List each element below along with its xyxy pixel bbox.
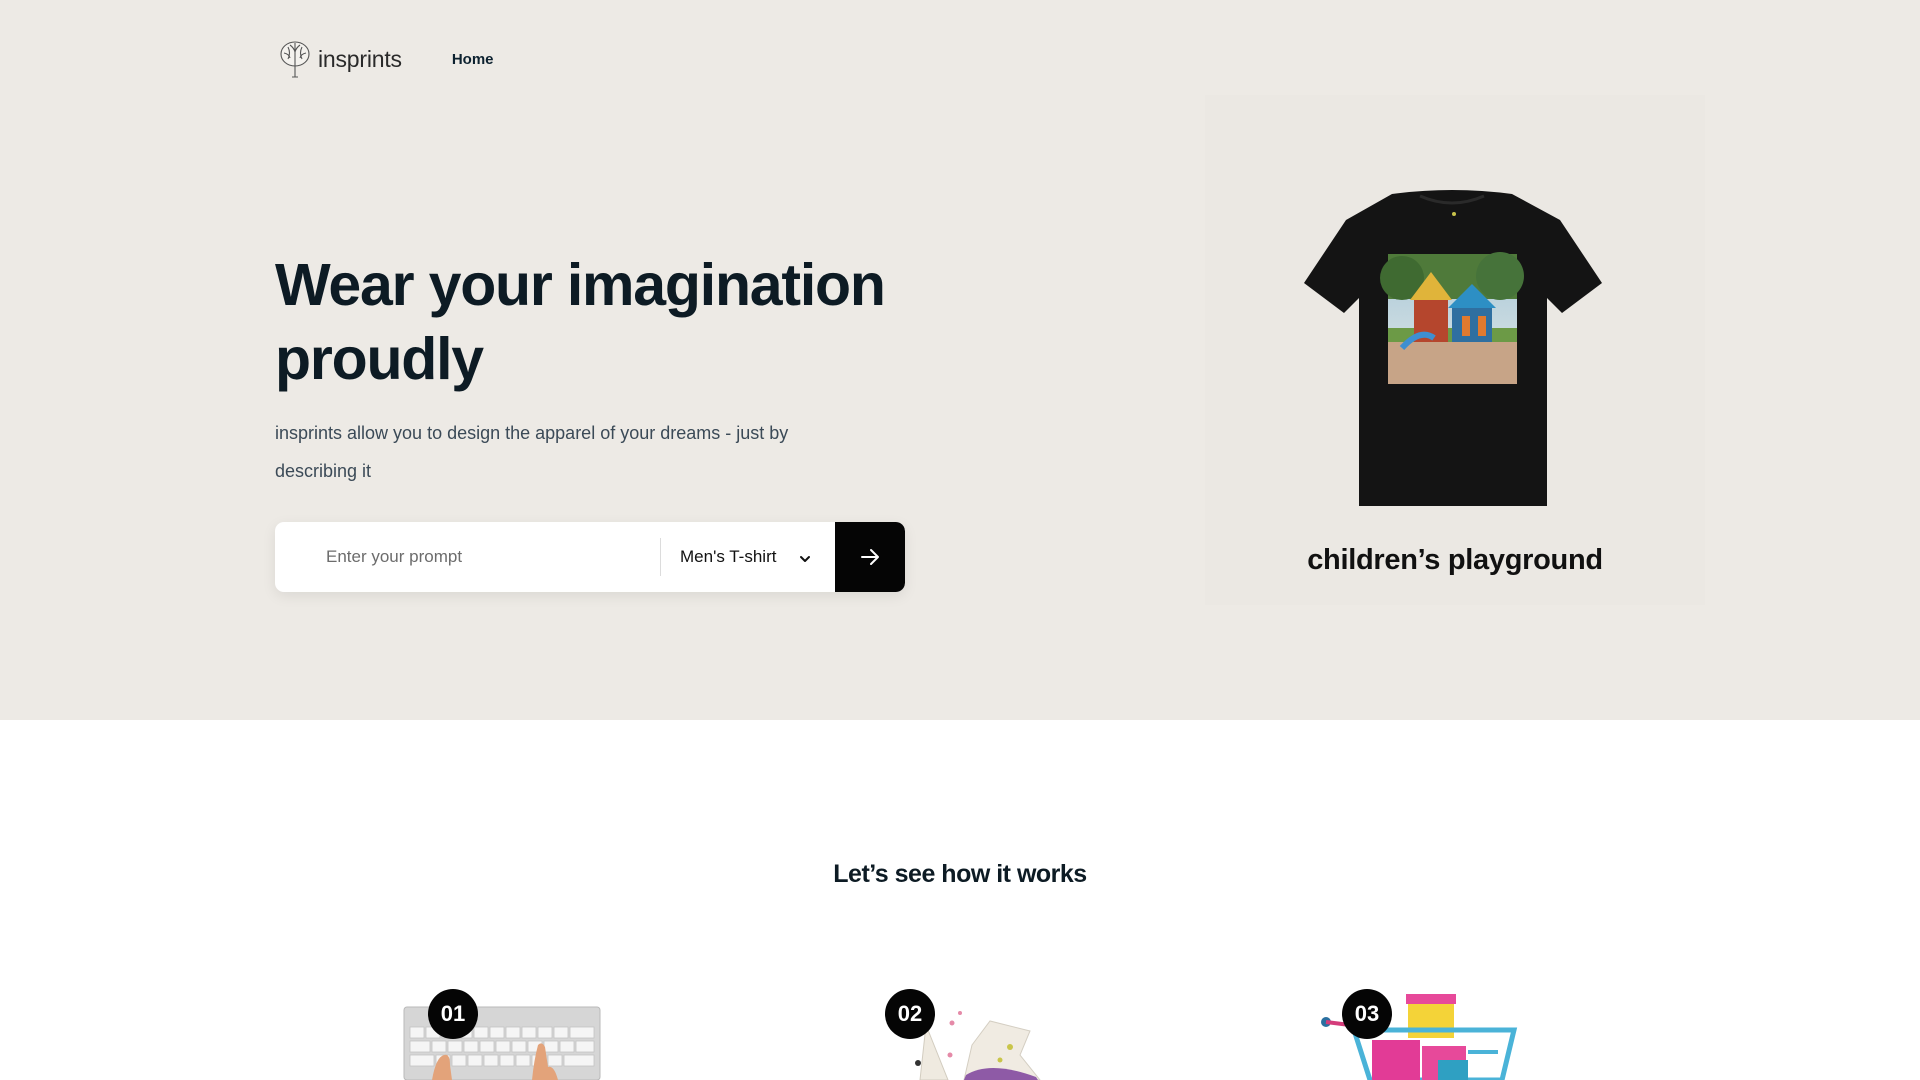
apparel-type-select[interactable]: Men's T-shirt	[661, 522, 835, 592]
how-it-works-title: Let’s see how it works	[833, 860, 1087, 888]
tshirt-mockup-image	[1304, 190, 1602, 506]
top-nav: insprints Home	[278, 38, 494, 80]
step-number-badge: 01	[428, 989, 478, 1039]
step-connector-arc	[655, 1065, 760, 1080]
step-number-badge: 03	[1342, 989, 1392, 1039]
apparel-type-value: Men's T-shirt	[680, 547, 777, 566]
showcase-caption: children’s playground	[1307, 544, 1603, 576]
chevron-down-icon	[800, 556, 811, 562]
brain-tree-icon	[280, 41, 310, 78]
submit-prompt-button[interactable]	[835, 522, 905, 592]
brand-logo[interactable]: insprints	[278, 39, 402, 79]
step-number-badge: 02	[885, 989, 935, 1039]
prompt-input[interactable]	[275, 522, 660, 592]
hero-headline: Wear your imagination proudly	[275, 252, 886, 392]
prompt-form: Men's T-shirt	[275, 522, 905, 592]
nav-home-link[interactable]: Home	[452, 51, 494, 68]
arrow-right-icon	[861, 549, 879, 565]
hero-subtext: insprints allow you to design the appare…	[275, 423, 789, 481]
brand-name: insprints	[318, 45, 402, 72]
